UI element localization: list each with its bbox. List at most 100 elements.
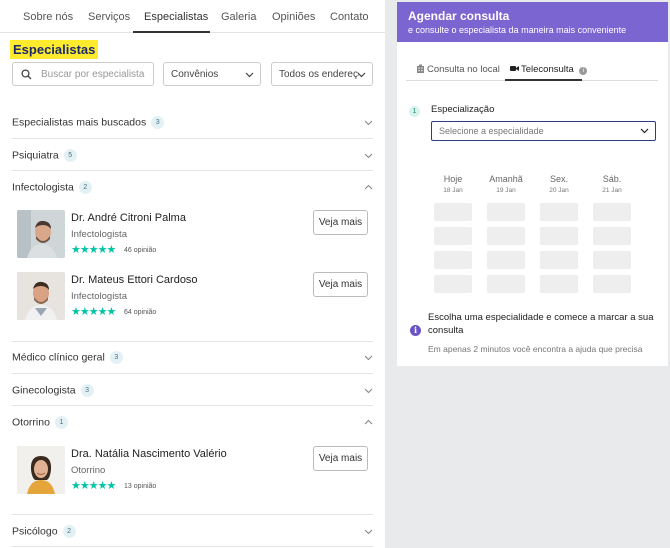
time-slot[interactable] bbox=[487, 227, 525, 245]
tab-label: Teleconsulta bbox=[521, 64, 574, 75]
category-label: Psiquiatra 5 bbox=[12, 149, 77, 162]
info-icon: i bbox=[410, 325, 421, 336]
tab-consulta-no-local[interactable]: Consulta no local bbox=[416, 64, 500, 75]
day-date: 21 Jan bbox=[602, 187, 622, 194]
time-slot[interactable] bbox=[434, 227, 472, 245]
specialization-placeholder: Selecione a especialidade bbox=[439, 126, 544, 136]
chevron-up-icon bbox=[364, 419, 373, 425]
rating-stars: ★★★★★ bbox=[71, 306, 116, 318]
tab-servicos[interactable]: Serviços bbox=[88, 11, 130, 23]
time-slot[interactable] bbox=[593, 227, 631, 245]
time-slot[interactable] bbox=[434, 251, 472, 269]
category-label: Ginecologista 3 bbox=[12, 384, 94, 397]
building-icon bbox=[417, 64, 424, 73]
rating-stars: ★★★★★ bbox=[71, 480, 116, 492]
enderecos-select[interactable]: Todos os endereços bbox=[271, 62, 373, 86]
tab-teleconsulta[interactable]: Teleconsulta i bbox=[510, 64, 588, 75]
search-icon bbox=[21, 69, 32, 80]
tab-especialistas[interactable]: Especialistas bbox=[144, 11, 208, 23]
divider bbox=[12, 341, 373, 342]
divider bbox=[12, 514, 373, 515]
doctor-card: Dra. Natália Nascimento Valério Otorrino… bbox=[17, 446, 373, 496]
convenios-select[interactable]: Convênios bbox=[163, 62, 261, 86]
time-slot[interactable] bbox=[593, 275, 631, 293]
avatar[interactable] bbox=[17, 210, 65, 258]
tab-opinioes[interactable]: Opiniões bbox=[272, 11, 315, 23]
category-label: Otorrino 1 bbox=[12, 416, 68, 429]
doctor-card: Dr. Mateus Ettori Cardoso Infectologista… bbox=[17, 272, 373, 322]
time-slot[interactable] bbox=[487, 203, 525, 221]
count-badge: 2 bbox=[62, 525, 76, 538]
count-badge: 5 bbox=[63, 149, 77, 162]
count-badge: 3 bbox=[80, 384, 94, 397]
info-subtitle: Em apenas 2 minutos você encontra a ajud… bbox=[428, 344, 643, 354]
tab-galeria[interactable]: Galeria bbox=[221, 11, 256, 23]
time-slot[interactable] bbox=[540, 227, 578, 245]
category-label: Especialistas mais buscados 3 bbox=[12, 116, 165, 129]
time-slot[interactable] bbox=[540, 203, 578, 221]
chevron-down-icon bbox=[364, 388, 373, 394]
time-slot[interactable] bbox=[487, 251, 525, 269]
time-slot[interactable] bbox=[540, 251, 578, 269]
doctor-name[interactable]: Dr. André Citroni Palma bbox=[71, 212, 186, 224]
review-count[interactable]: 13 opinião bbox=[124, 483, 156, 490]
category-label: Psicólogo 2 bbox=[12, 525, 76, 538]
time-slot[interactable] bbox=[593, 251, 631, 269]
time-slot[interactable] bbox=[434, 275, 472, 293]
booking-panel: Agendar consulta e consulte o especialis… bbox=[397, 2, 668, 366]
booking-title: Agendar consulta bbox=[408, 9, 510, 23]
chevron-down-icon bbox=[364, 355, 373, 361]
chevron-down-icon bbox=[245, 72, 254, 78]
chevron-down-icon bbox=[357, 72, 366, 78]
chevron-down-icon bbox=[364, 120, 373, 126]
doctor-name[interactable]: Dra. Natália Nascimento Valério bbox=[71, 448, 227, 460]
time-slot[interactable] bbox=[593, 203, 631, 221]
chevron-up-icon bbox=[364, 184, 373, 190]
day-name: Sáb. bbox=[602, 174, 622, 184]
divider bbox=[12, 405, 373, 406]
calendar-day: Sáb. 21 Jan bbox=[593, 174, 631, 194]
tab-contato[interactable]: Contato bbox=[330, 11, 369, 23]
tab-label: Consulta no local bbox=[427, 64, 500, 75]
time-slot[interactable] bbox=[487, 275, 525, 293]
doctor-specialty: Infectologista bbox=[71, 291, 127, 302]
veja-mais-button[interactable]: Veja mais bbox=[313, 272, 368, 297]
doctor-specialty: Otorrino bbox=[71, 465, 106, 476]
doctor-name[interactable]: Dr. Mateus Ettori Cardoso bbox=[71, 274, 198, 286]
day-date: 19 Jan bbox=[496, 187, 516, 194]
review-count[interactable]: 46 opinião bbox=[124, 247, 156, 254]
category-label: Infectologista 2 bbox=[12, 181, 92, 194]
divider bbox=[12, 170, 373, 171]
day-date: 18 Jan bbox=[443, 187, 463, 194]
search-box[interactable] bbox=[12, 62, 154, 86]
active-tab-indicator bbox=[133, 31, 210, 33]
step-number: 1 bbox=[409, 106, 420, 117]
search-input[interactable] bbox=[41, 66, 149, 82]
count-badge: 2 bbox=[78, 181, 92, 194]
divider bbox=[12, 546, 373, 547]
veja-mais-button[interactable]: Veja mais bbox=[313, 210, 368, 235]
booking-header: Agendar consulta e consulte o especialis… bbox=[397, 2, 668, 42]
doctor-card: Dr. André Citroni Palma Infectologista ★… bbox=[17, 210, 373, 260]
review-count[interactable]: 64 opinião bbox=[124, 309, 156, 316]
video-camera-icon bbox=[510, 66, 519, 71]
veja-mais-button[interactable]: Veja mais bbox=[313, 446, 368, 471]
booking-subtitle: e consulte o especialista da maneira mai… bbox=[408, 25, 627, 35]
time-slot[interactable] bbox=[540, 275, 578, 293]
tab-sobre-nos[interactable]: Sobre nós bbox=[23, 11, 73, 23]
doctor-specialty: Infectologista bbox=[71, 229, 127, 240]
avatar[interactable] bbox=[17, 446, 65, 494]
time-slot[interactable] bbox=[434, 203, 472, 221]
day-date: 20 Jan bbox=[549, 187, 569, 194]
specialization-label: Especialização bbox=[431, 104, 495, 115]
avatar[interactable] bbox=[17, 272, 65, 320]
calendar-day: Amanhã 19 Jan bbox=[487, 174, 525, 194]
count-badge: 1 bbox=[54, 416, 68, 429]
section-title: Especialistas bbox=[10, 40, 99, 59]
info-icon[interactable]: i bbox=[579, 67, 588, 75]
info-title: Escolha uma especialidade e comece a mar… bbox=[428, 312, 654, 336]
top-tabs: Sobre nós Serviços Especialistas Galeria… bbox=[0, 0, 385, 33]
specialization-select[interactable]: Selecione a especialidade bbox=[431, 121, 656, 141]
chevron-down-icon bbox=[364, 529, 373, 535]
convenios-select-value: Convênios bbox=[171, 69, 219, 80]
